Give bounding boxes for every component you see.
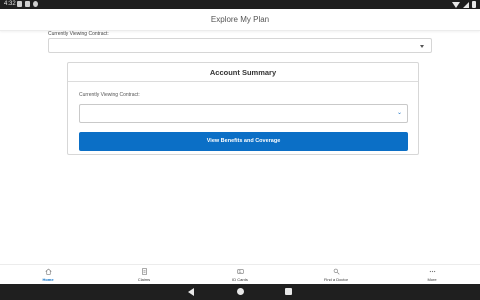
caret-down-icon xyxy=(420,45,424,48)
app-header: Explore My Plan xyxy=(0,9,480,31)
bottom-nav: Home Claims ID Cards Find a Doctor More xyxy=(0,264,480,284)
contract-select-label: Currently Viewing Contract: xyxy=(48,31,109,37)
recent-apps-icon[interactable] xyxy=(285,288,292,295)
view-benefits-button[interactable]: View Benefits and Coverage xyxy=(79,132,408,151)
nav-item-find-doctor[interactable]: Find a Doctor xyxy=(306,265,366,285)
account-summary-title: Account Summary xyxy=(68,63,418,82)
system-navigation-bar xyxy=(0,284,480,300)
nav-label-home: Home xyxy=(42,277,54,282)
chevron-down-icon: ⌄ xyxy=(396,110,402,116)
nav-item-claims[interactable]: Claims xyxy=(114,265,174,285)
notification-icon xyxy=(33,1,38,7)
status-time: 4:32 xyxy=(4,1,16,7)
notification-icons xyxy=(17,1,38,7)
notification-icon xyxy=(17,1,22,7)
nav-label-claims: Claims xyxy=(137,277,151,282)
nav-label-find-doctor: Find a Doctor xyxy=(323,277,348,282)
contract-select[interactable] xyxy=(48,38,432,53)
home-icon xyxy=(44,268,52,275)
status-bar: 4:32 xyxy=(0,0,480,9)
system-status-icons xyxy=(452,1,476,8)
id-card-icon xyxy=(236,269,244,274)
account-summary-card: Account Summary Currently Viewing Contra… xyxy=(67,62,419,155)
nav-label-id-cards: ID Cards xyxy=(232,277,248,282)
nav-item-home[interactable]: Home xyxy=(18,265,78,285)
card-contract-select[interactable]: ⌄ xyxy=(79,104,408,123)
home-button-icon[interactable] xyxy=(237,288,244,295)
signal-icon xyxy=(463,1,469,8)
nav-item-id-cards[interactable]: ID Cards xyxy=(210,265,270,285)
claims-icon xyxy=(141,268,147,275)
wifi-icon xyxy=(452,1,460,8)
find-doctor-icon xyxy=(333,268,340,275)
more-icon xyxy=(429,270,435,273)
nav-item-more[interactable]: More xyxy=(402,265,462,285)
nav-label-more: More xyxy=(427,277,437,282)
page-title: Explore My Plan xyxy=(210,15,270,24)
battery-icon xyxy=(472,1,476,8)
notification-icon xyxy=(25,1,30,7)
card-contract-label: Currently Viewing Contract: xyxy=(79,92,140,98)
back-icon[interactable] xyxy=(188,288,194,296)
